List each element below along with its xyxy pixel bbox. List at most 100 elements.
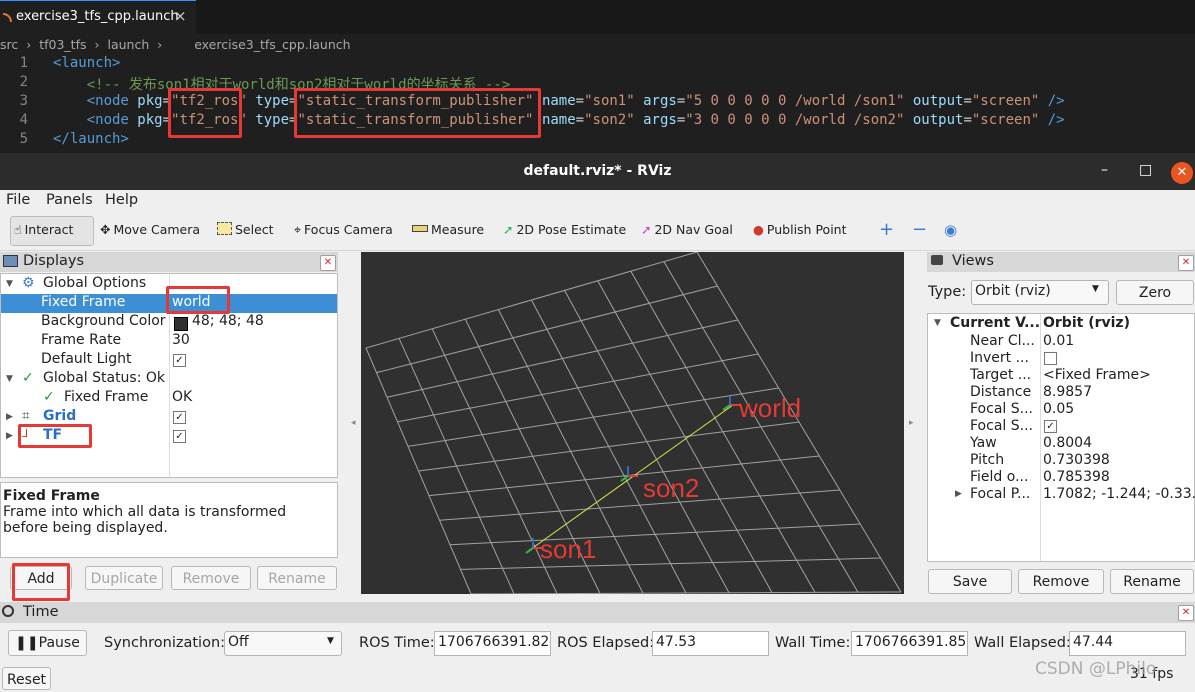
chevron-down-icon[interactable]: ▼	[934, 318, 941, 328]
ros-time-field[interactable]: 1706766391.82	[434, 631, 551, 656]
measure-tool[interactable]: Measure	[412, 222, 484, 237]
select-tool[interactable]: Select	[217, 222, 274, 237]
breadcrumb-item[interactable]: exercise3_tfs_cpp.launch	[194, 37, 350, 52]
tree-item-value[interactable]: 30	[172, 332, 190, 348]
view-property-row[interactable]: Focal S... 0.05	[928, 401, 1194, 418]
focus-camera-tool[interactable]: ⌖ Focus Camera	[294, 222, 393, 238]
view-property-row[interactable]: Near Cl... 0.01	[928, 333, 1194, 350]
view-property-name: Near Cl...	[970, 333, 1035, 349]
tree-item-value[interactable]: 48; 48; 48	[192, 313, 264, 329]
menu-bar: File Panels Help	[0, 190, 1195, 212]
zero-button[interactable]: Zero	[1116, 280, 1194, 305]
sync-value: Off	[228, 634, 249, 650]
pose-estimate-tool[interactable]: ➚ 2D Pose Estimate	[503, 222, 626, 237]
tree-item-frame-rate[interactable]: Frame Rate 30	[1, 332, 337, 351]
menu-help[interactable]: Help	[105, 192, 138, 208]
grid-enabled-checkbox[interactable]: ✓	[173, 411, 186, 424]
view-property-value[interactable]: 0.8004	[1043, 435, 1092, 451]
ros-elapsed-field[interactable]: 47.53	[652, 631, 769, 656]
view-type-select[interactable]: Orbit (rviz) ▼	[971, 280, 1109, 305]
maximize-icon[interactable]: □	[1139, 162, 1152, 178]
chevron-down-icon[interactable]: ▼	[6, 279, 13, 289]
tree-item-status-fixed-frame[interactable]: ✓ Fixed Frame OK	[1, 389, 337, 408]
nav-goal-tool[interactable]: ➚ 2D Nav Goal	[641, 222, 733, 237]
view-property-value[interactable]: 0.05	[1043, 401, 1074, 417]
tf-enabled-checkbox[interactable]: ✓	[173, 430, 186, 443]
rename-view-button[interactable]: Rename	[1110, 569, 1194, 594]
breadcrumb-item[interactable]: launch	[107, 37, 149, 52]
tree-item-background-color[interactable]: Background Color 48; 48; 48	[1, 313, 337, 332]
color-swatch[interactable]	[174, 317, 188, 331]
tree-item-default-light[interactable]: Default Light ✓	[1, 351, 337, 370]
breadcrumb-item[interactable]: src	[0, 37, 18, 52]
line-number: 2	[19, 74, 28, 90]
remove-view-button[interactable]: Remove	[1018, 569, 1104, 594]
menu-panels[interactable]: Panels	[46, 192, 93, 208]
close-panel-icon[interactable]: ✕	[1178, 255, 1194, 271]
minimize-icon[interactable]: –	[1101, 162, 1108, 178]
view-property-value[interactable]: 1.7082; -1.244; -0.33...	[1043, 486, 1195, 502]
default-light-checkbox[interactable]: ✓	[173, 354, 186, 367]
chevron-right-icon[interactable]: ▶	[6, 412, 13, 422]
pause-button[interactable]: ❚❚Pause	[8, 630, 87, 656]
breadcrumb-item[interactable]: tf03_tfs	[39, 37, 86, 52]
close-panel-icon[interactable]: ✕	[320, 255, 336, 271]
remove-tool-icon[interactable]: −	[912, 219, 927, 240]
move-camera-tool[interactable]: ✥ Move Camera	[100, 222, 200, 237]
chevron-down-icon[interactable]: ▼	[6, 374, 13, 384]
reset-button[interactable]: Reset	[2, 667, 51, 690]
view-property-row[interactable]: Focal P... 1.7082; -1.244; -0.33... ▶	[928, 486, 1195, 503]
view-property-name: Focal P...	[970, 486, 1031, 502]
view-property-row[interactable]: Distance 8.9857	[928, 384, 1194, 401]
splitter-handle-left[interactable]: ◂	[351, 418, 356, 428]
3d-viewport[interactable]: world son2 son1	[361, 251, 904, 595]
tab-close-icon[interactable]: ×	[174, 7, 187, 25]
code-line[interactable]: 1 <launch>	[0, 55, 1195, 74]
code-token: =	[676, 112, 686, 128]
add-tool-icon[interactable]: +	[879, 219, 894, 240]
tree-item-global-status[interactable]: ▼ ✓ Global Status: Ok	[1, 370, 337, 389]
wall-elapsed-field[interactable]: 47.44	[1069, 631, 1186, 656]
rename-display-button[interactable]: Rename	[257, 566, 337, 590]
view-row-current[interactable]: ▼ Current V... Orbit (rviz)	[928, 315, 1194, 332]
chevron-right-icon[interactable]: ▶	[955, 489, 962, 499]
duplicate-display-button[interactable]: Duplicate	[85, 566, 163, 590]
interact-tool[interactable]: ☝ Interact	[14, 222, 73, 237]
view-property-value[interactable]: 0.01	[1043, 333, 1074, 349]
chevron-down-icon: ▼	[327, 636, 334, 646]
view-property-value[interactable]: 8.9857	[1043, 384, 1092, 400]
close-window-button[interactable]: ✕	[1171, 162, 1193, 184]
editor-tab[interactable]: exercise3_tfs_cpp.launch ×	[0, 0, 196, 34]
line-text: <launch>	[53, 55, 120, 71]
grid-line	[439, 489, 840, 521]
move-camera-label: Move Camera	[113, 222, 201, 237]
window-title-bar: default.rviz* - RViz – □	[0, 153, 1195, 190]
eye-icon[interactable]: ◉	[944, 221, 957, 239]
views-header: Views	[927, 252, 1195, 272]
close-panel-icon[interactable]: ✕	[1178, 605, 1194, 621]
view-property-row[interactable]: Target ... <Fixed Frame>	[928, 367, 1194, 384]
view-property-value[interactable]: <Fixed Frame>	[1043, 367, 1151, 383]
view-property-row[interactable]: Invert ...	[928, 350, 1194, 367]
code-token: =	[575, 93, 585, 109]
splitter-handle-right[interactable]: ▸	[909, 418, 914, 428]
view-property-row[interactable]: Pitch 0.730398	[928, 452, 1194, 469]
view-property-row[interactable]: Field o... 0.785398	[928, 469, 1194, 486]
invert-checkbox[interactable]	[1044, 352, 1057, 365]
view-property-row[interactable]: Yaw 0.8004	[928, 435, 1194, 452]
save-view-button[interactable]: Save	[928, 569, 1012, 594]
remove-display-button[interactable]: Remove	[171, 566, 251, 590]
code-token: pkg	[137, 93, 163, 109]
chevron-right-icon[interactable]: ▶	[6, 431, 13, 441]
tab-title: exercise3_tfs_cpp.launch	[16, 9, 179, 24]
view-property-row[interactable]: Focal S... ✓	[928, 418, 1194, 435]
sync-label: Synchronization:	[104, 635, 226, 651]
view-property-value[interactable]: 0.785398	[1043, 469, 1110, 485]
menu-file[interactable]: File	[6, 192, 30, 208]
sync-select[interactable]: Off ▼	[224, 631, 342, 656]
view-property-value[interactable]: 0.730398	[1043, 452, 1110, 468]
wall-time-field[interactable]: 1706766391.85	[851, 631, 968, 656]
focal-shape-checkbox[interactable]: ✓	[1044, 420, 1057, 433]
publish-point-tool[interactable]: ● Publish Point	[753, 222, 847, 237]
grid	[365, 251, 902, 595]
